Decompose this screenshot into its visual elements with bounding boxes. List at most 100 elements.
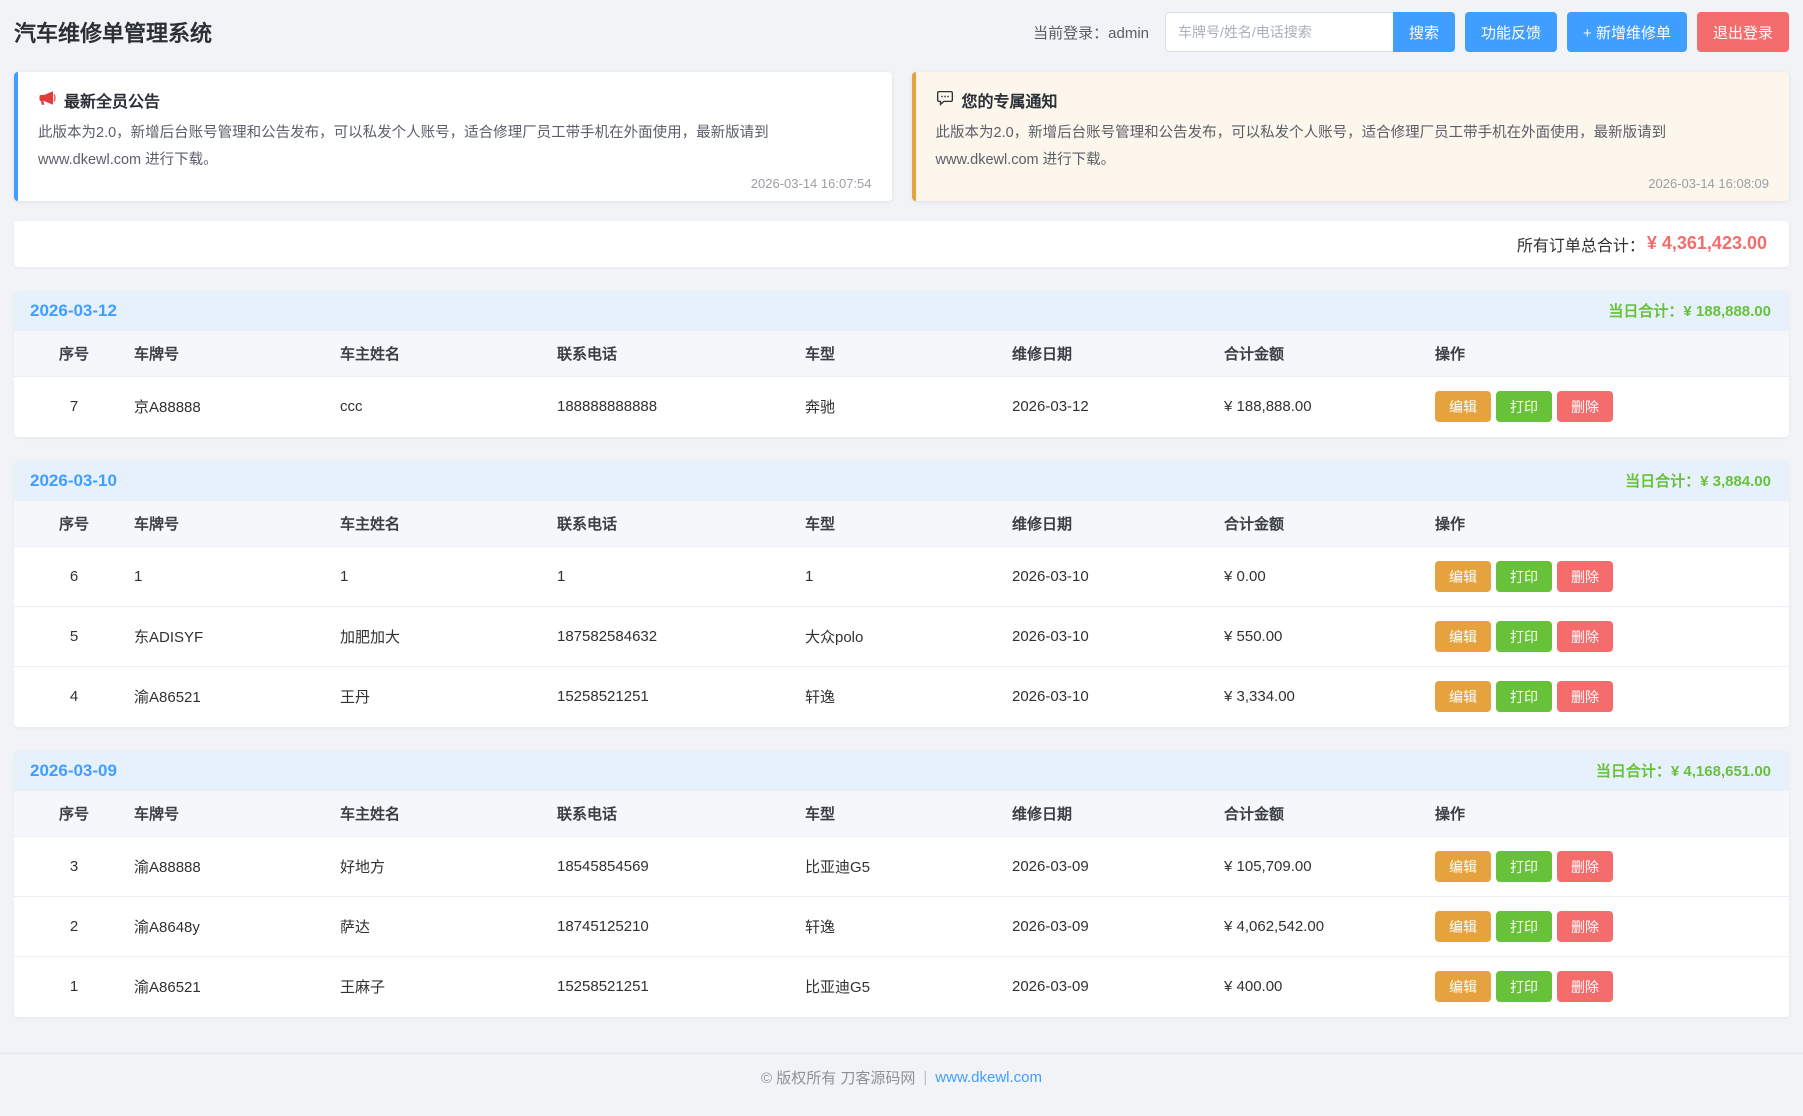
delete-button[interactable]: 删除 xyxy=(1557,681,1613,712)
edit-button[interactable]: 编辑 xyxy=(1435,561,1491,592)
col-model: 车型 xyxy=(805,501,1012,547)
cell-plate: 1 xyxy=(134,547,340,607)
delete-button[interactable]: 删除 xyxy=(1557,561,1613,592)
delete-button[interactable]: 删除 xyxy=(1557,621,1613,652)
speech-bubble-icon xyxy=(936,89,954,112)
footer-link[interactable]: www.dkewl.com xyxy=(935,1069,1042,1086)
delete-button[interactable]: 删除 xyxy=(1557,911,1613,942)
cell-amount: ¥ 188,888.00 xyxy=(1224,377,1435,437)
print-button[interactable]: 打印 xyxy=(1496,971,1552,1002)
cell-phone: 15258521251 xyxy=(557,667,805,727)
col-seq: 序号 xyxy=(14,331,134,377)
col-plate: 车牌号 xyxy=(134,331,340,377)
announcement-title-row: 最新全员公告 xyxy=(38,88,872,112)
notice-card-personal: 您的专属通知 此版本为2.0，新增后台账号管理和公告发布，可以私发个人账号，适合… xyxy=(912,72,1790,201)
announcement-body: 此版本为2.0，新增后台账号管理和公告发布，可以私发个人账号，适合修理厂员工带手… xyxy=(38,120,872,174)
edit-button[interactable]: 编辑 xyxy=(1435,971,1491,1002)
delete-button[interactable]: 删除 xyxy=(1557,971,1613,1002)
login-status: 当前登录：admin xyxy=(1033,22,1149,43)
cell-actions: 编辑打印删除 xyxy=(1435,377,1789,437)
logout-button[interactable]: 退出登录 xyxy=(1697,12,1789,52)
edit-button[interactable]: 编辑 xyxy=(1435,621,1491,652)
edit-button[interactable]: 编辑 xyxy=(1435,851,1491,882)
personal-title-row: 您的专属通知 xyxy=(936,88,1770,112)
cell-model: 大众polo xyxy=(805,607,1012,667)
print-button[interactable]: 打印 xyxy=(1496,911,1552,942)
print-button[interactable]: 打印 xyxy=(1496,561,1552,592)
cell-plate: 渝A88888 xyxy=(134,837,340,897)
print-button[interactable]: 打印 xyxy=(1496,391,1552,422)
cell-model: 比亚迪G5 xyxy=(805,957,1012,1017)
cell-owner: 加肥加大 xyxy=(340,607,557,667)
search-group: 搜索 xyxy=(1165,12,1455,52)
table-header-row: 序号 车牌号 车主姓名 联系电话 车型 维修日期 合计金额 操作 xyxy=(14,501,1789,547)
print-button[interactable]: 打印 xyxy=(1496,621,1552,652)
delete-button[interactable]: 删除 xyxy=(1557,851,1613,882)
cell-actions: 编辑打印删除 xyxy=(1435,957,1789,1017)
cell-amount: ¥ 550.00 xyxy=(1224,607,1435,667)
cell-phone: 15258521251 xyxy=(557,957,805,1017)
delete-button[interactable]: 删除 xyxy=(1557,391,1613,422)
add-repair-order-button[interactable]: + 新增维修单 xyxy=(1567,12,1687,52)
cell-amount: ¥ 105,709.00 xyxy=(1224,837,1435,897)
top-bar: 汽车维修单管理系统 当前登录：admin 搜索 功能反馈 + 新增维修单 退出登… xyxy=(14,0,1789,64)
cell-actions: 编辑打印删除 xyxy=(1435,837,1789,897)
col-phone: 联系电话 xyxy=(557,791,805,837)
col-owner: 车主姓名 xyxy=(340,331,557,377)
copyright-text: © 版权所有 刀客源码网 xyxy=(761,1067,915,1088)
group-date: 2026-03-09 xyxy=(30,761,117,781)
table-row: 4 渝A86521 王丹 15258521251 轩逸 2026-03-10 ¥… xyxy=(14,667,1789,727)
cell-plate: 京A88888 xyxy=(134,377,340,437)
col-actions: 操作 xyxy=(1435,331,1789,377)
cell-amount: ¥ 400.00 xyxy=(1224,957,1435,1017)
edit-button[interactable]: 编辑 xyxy=(1435,911,1491,942)
cell-amount: ¥ 3,334.00 xyxy=(1224,667,1435,727)
order-group-2026-03-10: 2026-03-10 当日合计：¥ 3,884.00 序号 车牌号 车主姓名 联… xyxy=(14,461,1789,727)
table-row: 6 1 1 1 1 2026-03-10 ¥ 0.00 编辑打印删除 xyxy=(14,547,1789,607)
personal-title: 您的专属通知 xyxy=(962,88,1058,112)
cell-owner: 王麻子 xyxy=(340,957,557,1017)
cell-seq: 6 xyxy=(14,547,134,607)
group-header: 2026-03-09 当日合计：¥ 4,168,651.00 xyxy=(14,751,1789,791)
col-date: 维修日期 xyxy=(1012,501,1224,547)
cell-model: 1 xyxy=(805,547,1012,607)
group-date: 2026-03-10 xyxy=(30,471,117,491)
search-input[interactable] xyxy=(1165,12,1393,52)
cell-plate: 渝A86521 xyxy=(134,667,340,727)
cell-owner: ccc xyxy=(340,377,557,437)
order-group-2026-03-12: 2026-03-12 当日合计：¥ 188,888.00 序号 车牌号 车主姓名… xyxy=(14,291,1789,437)
announcement-title: 最新全员公告 xyxy=(64,88,160,112)
cell-model: 奔驰 xyxy=(805,377,1012,437)
print-button[interactable]: 打印 xyxy=(1496,681,1552,712)
table-row: 5 东ADISYF 加肥加大 187582584632 大众polo 2026-… xyxy=(14,607,1789,667)
col-seq: 序号 xyxy=(14,501,134,547)
group-total-amount: ¥ 4,168,651.00 xyxy=(1671,763,1771,780)
grand-total-amount: ¥ 4,361,423.00 xyxy=(1647,233,1767,254)
cell-owner: 萨达 xyxy=(340,897,557,957)
cell-plate: 渝A8648y xyxy=(134,897,340,957)
edit-button[interactable]: 编辑 xyxy=(1435,681,1491,712)
table-row: 2 渝A8648y 萨达 18745125210 轩逸 2026-03-09 ¥… xyxy=(14,897,1789,957)
group-total-label: 当日合计： xyxy=(1625,473,1700,490)
cell-owner: 1 xyxy=(340,547,557,607)
cell-owner: 王丹 xyxy=(340,667,557,727)
cell-phone: 18545854569 xyxy=(557,837,805,897)
orders-table: 序号 车牌号 车主姓名 联系电话 车型 维修日期 合计金额 操作 3 渝A888… xyxy=(14,791,1789,1017)
search-button[interactable]: 搜索 xyxy=(1393,12,1455,52)
cell-phone: 187582584632 xyxy=(557,607,805,667)
footer: © 版权所有 刀客源码网 | www.dkewl.com xyxy=(0,1053,1803,1101)
cell-owner: 好地方 xyxy=(340,837,557,897)
print-button[interactable]: 打印 xyxy=(1496,851,1552,882)
cell-model: 比亚迪G5 xyxy=(805,837,1012,897)
cell-date: 2026-03-09 xyxy=(1012,897,1224,957)
group-header: 2026-03-12 当日合计：¥ 188,888.00 xyxy=(14,291,1789,331)
col-actions: 操作 xyxy=(1435,791,1789,837)
group-total: 当日合计：¥ 4,168,651.00 xyxy=(1596,760,1771,781)
col-seq: 序号 xyxy=(14,791,134,837)
edit-button[interactable]: 编辑 xyxy=(1435,391,1491,422)
table-row: 7 京A88888 ccc 188888888888 奔驰 2026-03-12… xyxy=(14,377,1789,437)
cell-phone: 18745125210 xyxy=(557,897,805,957)
col-owner: 车主姓名 xyxy=(340,791,557,837)
cell-actions: 编辑打印删除 xyxy=(1435,547,1789,607)
feedback-button[interactable]: 功能反馈 xyxy=(1465,12,1557,52)
